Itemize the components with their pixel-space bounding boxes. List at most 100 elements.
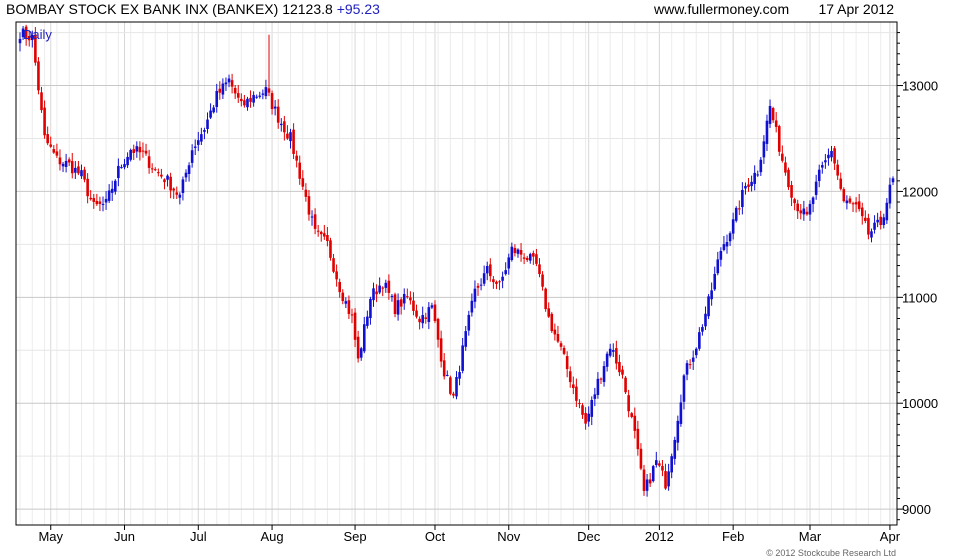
candle-down [301,178,305,187]
candle-down [147,156,151,168]
candle-down [37,61,40,91]
candle-down [218,88,222,93]
candle-up [221,83,225,95]
candle-down [46,134,49,144]
candle-down [341,292,345,302]
candle-down [535,254,538,264]
candle-up [891,178,895,183]
candle-down [356,336,360,359]
candle-down [771,108,775,121]
candle-up [252,95,255,103]
candle-down [848,198,852,203]
candle-up [753,172,756,184]
candle-down [550,313,554,332]
x-tick-label: Jul [190,529,207,544]
candle-down [547,308,551,317]
candle-up [759,159,763,173]
candle-down [412,300,415,311]
candle-up [123,164,126,168]
candle-up [820,165,824,168]
candle-up [698,332,701,349]
candle-up [421,315,424,324]
candle-down [292,129,295,154]
candles [18,24,895,497]
candle-down [83,169,86,180]
candle-down [575,386,578,401]
candle-up [744,186,747,189]
candle-down [89,197,93,200]
y-axis: 9000 10000 11000 12000 13000 [897,32,938,521]
x-tick-label: Nov [497,529,521,544]
candle-down [793,199,796,204]
candle-down [442,360,446,377]
candle-up [504,270,507,275]
candle-up [679,402,683,424]
candle-up [811,197,815,205]
candle-up [129,149,132,160]
candle-down [313,214,317,229]
candle-up [655,460,658,466]
candle-up [135,146,139,152]
candle-up [224,82,228,85]
candle-down [141,150,145,152]
candle-up [203,130,206,132]
copyright-notice: © 2012 Stockcube Research Ltd [766,548,896,558]
candle-down [777,126,781,152]
candle-up [261,93,265,95]
candle-up [876,219,879,223]
candle-up [602,366,606,382]
candle-down [298,162,302,179]
candle-down [132,149,136,154]
candle-up [264,87,268,97]
candle-down [498,281,501,283]
candle-up [64,160,68,167]
candle-down [163,179,166,183]
candle-down [175,192,179,195]
candle-down [624,377,627,393]
candle-down [233,87,237,94]
candle-down [784,162,787,173]
candle-up [611,350,615,352]
candle-up [485,265,489,274]
candle-up [61,163,65,167]
candle-up [725,242,729,247]
candle-down [276,106,280,123]
candle-down [581,405,584,415]
candle-down [774,120,778,127]
candle-down [323,233,326,237]
candle-up [206,119,209,130]
candle-down [867,217,870,235]
candle-up [768,106,772,124]
candle-up [845,200,849,204]
candle-down [522,257,526,259]
candle-up [528,254,532,261]
candle-up [870,231,873,238]
plot-frame [15,21,898,526]
candle-down [584,413,587,424]
candle-up [885,202,889,221]
candle-down [304,189,308,197]
candle-up [596,378,600,396]
candle-down [144,150,148,154]
candle-down [476,285,480,288]
candle-up [178,194,182,198]
candle-up [670,456,673,473]
candle-down [387,280,391,293]
candle-up [209,110,212,118]
candle-up [246,98,249,108]
candle-up [372,288,375,301]
candle-down [636,428,640,450]
candle-down [513,247,517,254]
candle-down [157,172,160,174]
candle-up [279,123,283,126]
candle-down [688,364,692,366]
candle-up [645,479,649,491]
candle-down [842,189,846,202]
candle-up [80,170,83,177]
candle-up [750,181,753,187]
candle-down [40,92,43,111]
candle-down [559,343,563,347]
candle-down [864,217,867,221]
candle-up [765,120,769,144]
candle-up [390,295,394,297]
